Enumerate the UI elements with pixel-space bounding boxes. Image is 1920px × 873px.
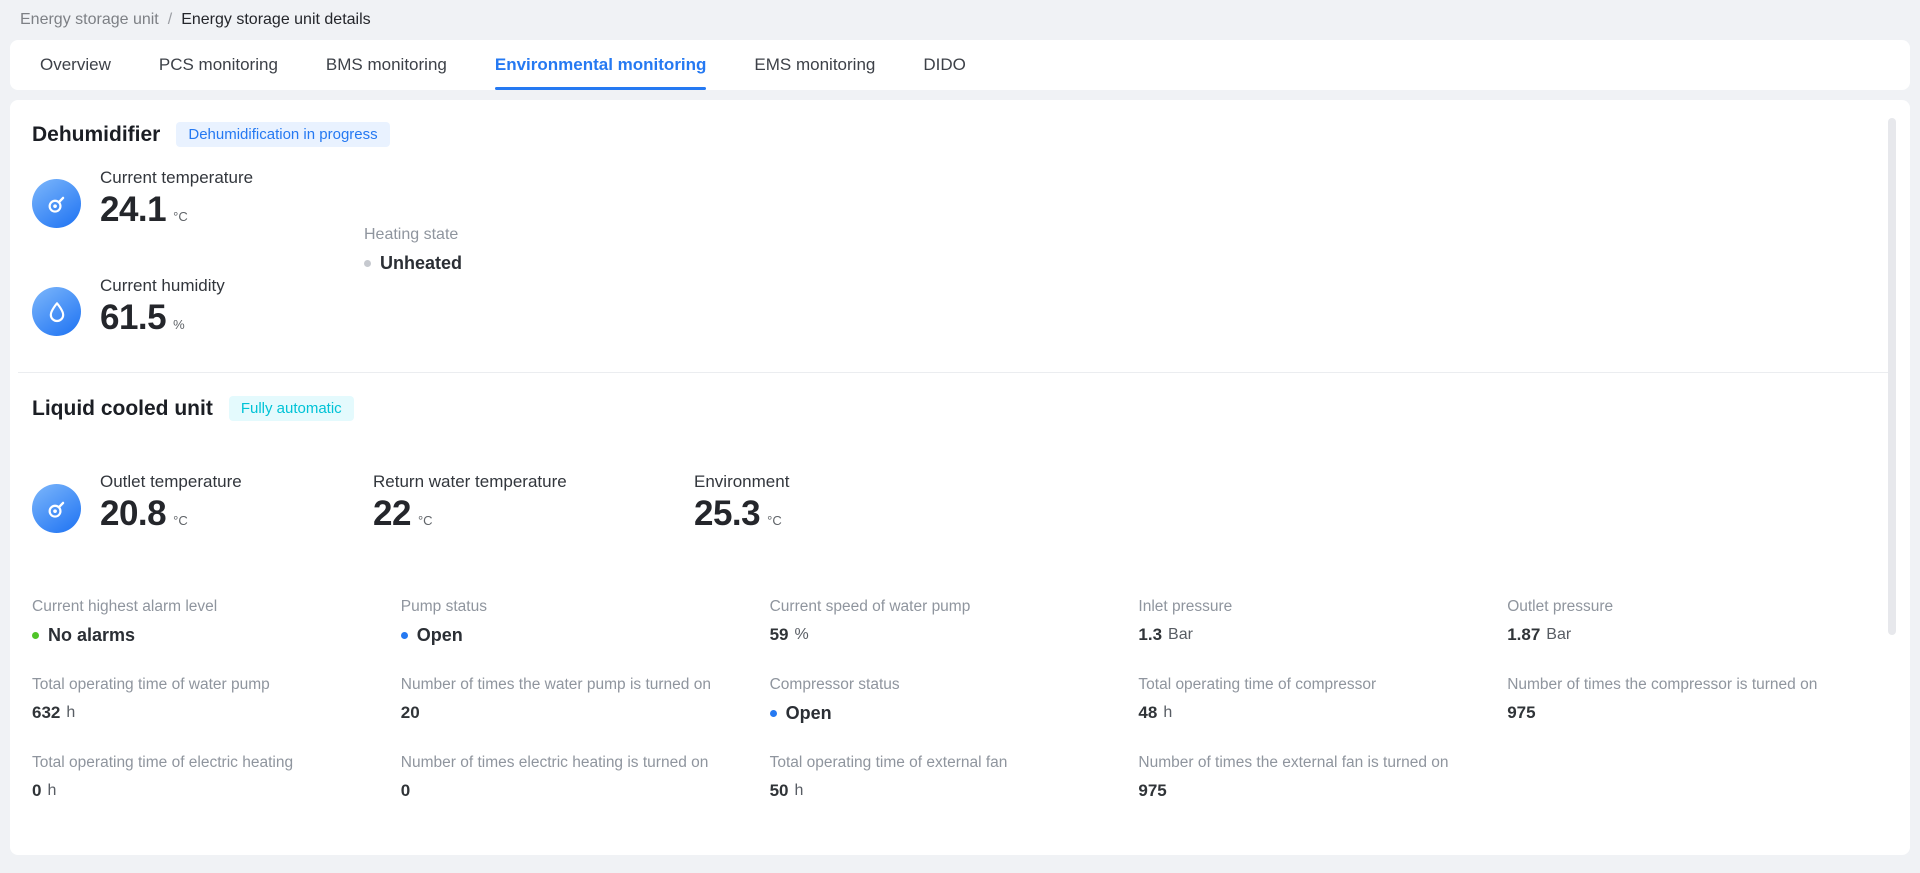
current-humidity-unit: % <box>173 317 185 332</box>
environment-temperature-label: Environment <box>694 472 789 492</box>
outlet-temperature-stat: Outlet temperature 20.8 °C <box>100 472 242 533</box>
stat-cell-external-fan-time: Total operating time of external fan 50 … <box>770 754 1139 801</box>
stat-cell-pump-status: Pump status Open <box>401 598 770 646</box>
liquid-cooled-unit-header: Liquid cooled unit Fully automatic <box>32 396 354 421</box>
current-temperature-label: Current temperature <box>100 168 253 188</box>
section-divider <box>18 372 1896 373</box>
stat-cell-compressor-status: Compressor status Open <box>770 676 1139 724</box>
heating-state-block: Heating state Unheated <box>364 226 462 274</box>
environment-temperature-value: 25.3 <box>694 496 760 533</box>
breadcrumb-current: Energy storage unit details <box>181 11 370 29</box>
current-humidity-label: Current humidity <box>100 276 225 296</box>
return-water-temperature-label: Return water temperature <box>373 472 567 492</box>
thermometer-icon <box>32 484 81 533</box>
pump-status-dot <box>401 632 408 639</box>
current-temperature-unit: °C <box>173 209 188 224</box>
stat-cell-pump-operating-time: Total operating time of water pump 632 h <box>32 676 401 724</box>
return-water-temperature-stat: Return water temperature 22 °C <box>373 472 567 533</box>
return-water-temperature-unit: °C <box>418 513 433 528</box>
stat-cell-outlet-pressure: Outlet pressure 1.87 Bar <box>1507 598 1876 646</box>
environment-temperature-unit: °C <box>767 513 782 528</box>
dehumidifier-title: Dehumidifier <box>32 123 160 147</box>
liquid-cooled-stats-grid: Current highest alarm level No alarms Pu… <box>32 598 1876 801</box>
dehumidifier-status-badge: Dehumidification in progress <box>176 122 389 147</box>
stat-cell-pump-on-count: Number of times the water pump is turned… <box>401 676 770 724</box>
return-water-temperature-value: 22 <box>373 496 411 533</box>
outlet-temperature-unit: °C <box>173 513 188 528</box>
tab-ems-monitoring[interactable]: EMS monitoring <box>754 40 875 90</box>
environment-temperature-stat: Environment 25.3 °C <box>694 472 789 533</box>
dehumidifier-header: Dehumidifier Dehumidification in progres… <box>32 122 390 147</box>
compressor-status-dot <box>770 710 777 717</box>
alarm-status-dot <box>32 632 39 639</box>
tab-overview[interactable]: Overview <box>40 40 111 90</box>
outlet-temperature-label: Outlet temperature <box>100 472 242 492</box>
breadcrumb-separator: / <box>168 11 172 29</box>
stat-cell-empty <box>1507 754 1876 801</box>
tab-environmental-monitoring[interactable]: Environmental monitoring <box>495 40 707 90</box>
current-humidity-stat: Current humidity 61.5 % <box>32 276 225 337</box>
stat-cell-compressor-operating-time: Total operating time of compressor 48 h <box>1138 676 1507 724</box>
stat-cell-electric-heating-on-count: Number of times electric heating is turn… <box>401 754 770 801</box>
tab-pcs-monitoring[interactable]: PCS monitoring <box>159 40 278 90</box>
tab-bar: Overview PCS monitoring BMS monitoring E… <box>10 40 1910 90</box>
stat-cell-water-pump-speed: Current speed of water pump 59 % <box>770 598 1139 646</box>
panel-scrollbar-thumb[interactable] <box>1888 118 1896 635</box>
stat-cell-alarm-level: Current highest alarm level No alarms <box>32 598 401 646</box>
heating-state-dot <box>364 260 371 267</box>
liquid-cooled-unit-title: Liquid cooled unit <box>32 397 213 421</box>
heating-state-label: Heating state <box>364 226 462 244</box>
liquid-cooled-unit-mode-badge: Fully automatic <box>229 396 354 421</box>
heating-state-value: Unheated <box>380 253 462 274</box>
current-temperature-stat: Current temperature 24.1 °C <box>32 168 253 229</box>
thermometer-icon <box>32 179 81 228</box>
current-temperature-value: 24.1 <box>100 192 166 229</box>
breadcrumb: Energy storage unit / Energy storage uni… <box>0 0 1920 40</box>
stat-cell-inlet-pressure: Inlet pressure 1.3 Bar <box>1138 598 1507 646</box>
stat-cell-electric-heating-time: Total operating time of electric heating… <box>32 754 401 801</box>
outlet-temperature-value: 20.8 <box>100 496 166 533</box>
breadcrumb-parent[interactable]: Energy storage unit <box>20 11 159 29</box>
stat-cell-compressor-on-count: Number of times the compressor is turned… <box>1507 676 1876 724</box>
current-humidity-value: 61.5 <box>100 300 166 337</box>
tab-dido[interactable]: DIDO <box>923 40 966 90</box>
environmental-monitoring-panel: Dehumidifier Dehumidification in progres… <box>10 100 1910 855</box>
stat-cell-external-fan-on-count: Number of times the external fan is turn… <box>1138 754 1507 801</box>
tab-bms-monitoring[interactable]: BMS monitoring <box>326 40 447 90</box>
droplet-icon <box>32 287 81 336</box>
